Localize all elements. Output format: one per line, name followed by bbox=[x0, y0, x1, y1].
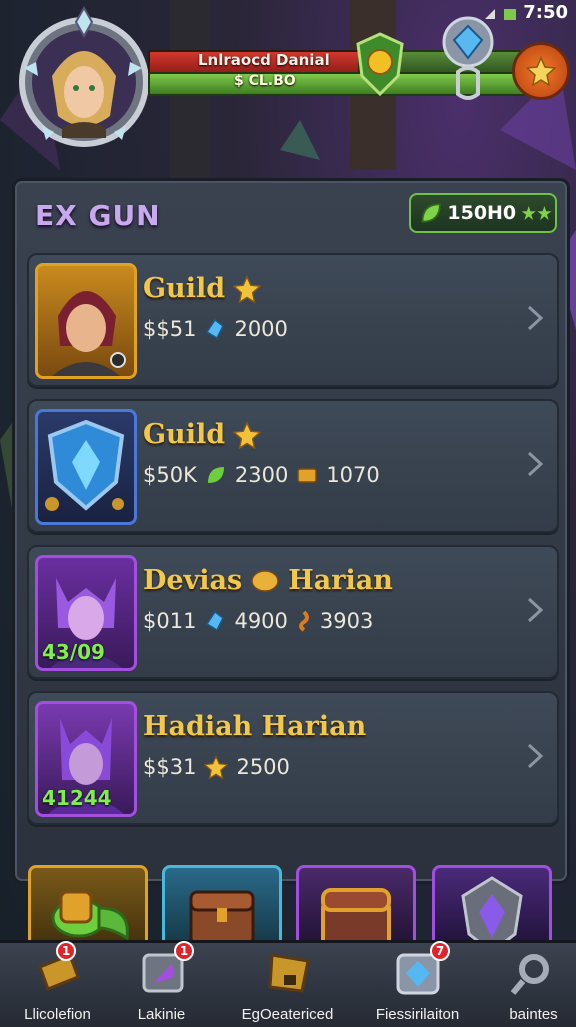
hero-portrait: 43/09 bbox=[35, 555, 137, 671]
blue-gem-icon bbox=[206, 318, 225, 340]
gem-value: 4900 bbox=[234, 609, 288, 633]
blue-gem-icon bbox=[206, 610, 225, 632]
player-status-bars: Lnlraocd Danial $ CL.BO bbox=[148, 46, 558, 96]
bottom-navigation: 1 Llicolefion 1 Lakinie EgOeatericed 7 F… bbox=[0, 940, 576, 1027]
gold-coin-icon bbox=[251, 569, 279, 592]
row-name: Guild bbox=[143, 419, 226, 450]
gold-shield-icon bbox=[267, 953, 310, 993]
star-icon bbox=[233, 274, 262, 303]
chevron-right-icon[interactable] bbox=[525, 303, 545, 333]
gold-bar-icon bbox=[297, 468, 318, 483]
favorites-star-icon[interactable] bbox=[512, 42, 570, 100]
shield-portrait bbox=[35, 409, 137, 525]
star-icon bbox=[204, 755, 229, 779]
nav-item-battle[interactable]: EgOeatericed bbox=[230, 943, 345, 1027]
gem-value: 2500 bbox=[236, 755, 290, 779]
green-leaf-icon bbox=[207, 467, 224, 483]
nav-label: Lakinie bbox=[137, 1006, 186, 1023]
notification-badge: 1 bbox=[174, 941, 194, 961]
gold-value: $$31 bbox=[143, 755, 197, 779]
list-item[interactable]: 41244 Hadiah Harian $$31 2500 bbox=[27, 691, 559, 825]
main-panel: EX GUN 150H0 Guild $$51 2000 Guild $50K … bbox=[12, 178, 570, 884]
gold-value: $011 bbox=[143, 609, 197, 633]
player-avatar[interactable] bbox=[12, 5, 152, 156]
row-name: Guild bbox=[143, 273, 226, 304]
extra-value: 1070 bbox=[326, 463, 380, 487]
leaf-icon bbox=[421, 203, 441, 223]
orange-rune-icon bbox=[298, 610, 309, 632]
clock: 7:50 bbox=[523, 1, 568, 23]
gear-icon bbox=[510, 954, 549, 995]
chevron-right-icon[interactable] bbox=[525, 595, 545, 625]
nav-label: EgOeatericed bbox=[241, 1006, 334, 1023]
hero-portrait bbox=[35, 263, 137, 379]
chevron-right-icon[interactable] bbox=[525, 449, 545, 479]
extra-value: 3903 bbox=[319, 609, 374, 633]
gold-value: $50K bbox=[143, 463, 197, 487]
nav-item-heroes[interactable]: 1 Lakinie bbox=[104, 941, 219, 1027]
nav-label: Llicolefion bbox=[24, 1006, 91, 1023]
gem-shop-icon[interactable] bbox=[442, 16, 494, 100]
stars-icon bbox=[521, 206, 552, 220]
level-badge: 43/09 bbox=[42, 640, 105, 664]
chevron-right-icon[interactable] bbox=[525, 741, 545, 771]
nav-item-collection[interactable]: 1 Llicolefion bbox=[0, 941, 115, 1027]
level-badge: 41244 bbox=[42, 786, 112, 810]
currency-counter[interactable]: 150H0 bbox=[409, 193, 557, 233]
currency-value: 150H0 bbox=[447, 202, 517, 224]
list-item[interactable]: 43/09 Devias Harian $011 4900 3903 bbox=[27, 545, 559, 679]
notification-badge: 7 bbox=[430, 941, 450, 961]
gem-value: 2000 bbox=[234, 317, 288, 341]
list-item[interactable]: Guild $50K 2300 1070 bbox=[27, 399, 559, 533]
gold-value: $$51 bbox=[143, 317, 197, 341]
player-name: Lnlraocd Danial bbox=[198, 51, 330, 69]
row-name-2: Harian bbox=[288, 565, 393, 596]
rank-shield-icon[interactable] bbox=[354, 32, 406, 96]
row-name: Hadiah Harian bbox=[143, 711, 367, 742]
nav-item-settings[interactable]: baintes bbox=[476, 943, 576, 1027]
gem-value: 2300 bbox=[234, 463, 289, 487]
battery-icon bbox=[503, 5, 517, 20]
player-currency: $ CL.BO bbox=[234, 73, 296, 89]
panel-title: EX GUN bbox=[35, 199, 161, 232]
star-icon bbox=[233, 420, 262, 449]
hero-portrait: 41244 bbox=[35, 701, 137, 817]
nav-label: baintes bbox=[509, 1006, 558, 1023]
list-item[interactable]: Guild $$51 2000 bbox=[27, 253, 559, 387]
nav-item-shop[interactable]: 7 Fiessirilaiton bbox=[360, 941, 475, 1027]
row-name: Devias bbox=[143, 565, 243, 596]
nav-label: Fiessirilaiton bbox=[375, 1006, 460, 1023]
notification-badge: 1 bbox=[56, 941, 76, 961]
